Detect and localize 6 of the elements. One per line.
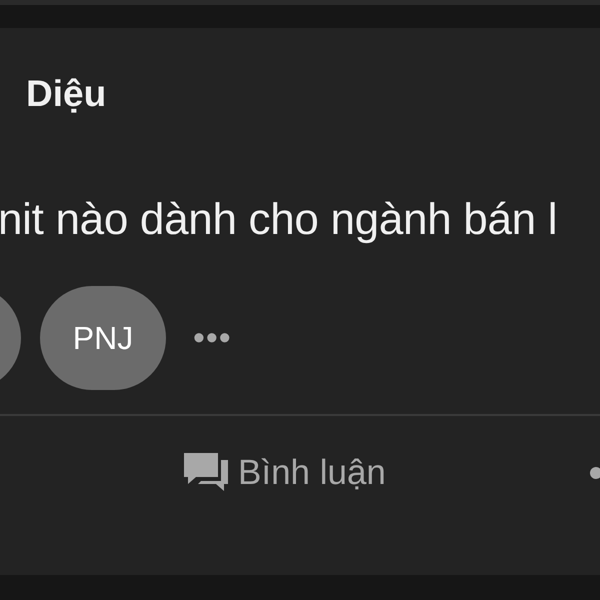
comment-button[interactable]: Bình luận — [184, 453, 386, 493]
tag-chip[interactable]: PNJ — [40, 286, 166, 390]
post-text: nit nào dành cho ngành bán l — [0, 196, 558, 244]
comment-icon — [184, 453, 228, 493]
more-dots[interactable]: ••• — [193, 318, 232, 358]
author-name[interactable]: Diệu — [26, 70, 106, 118]
